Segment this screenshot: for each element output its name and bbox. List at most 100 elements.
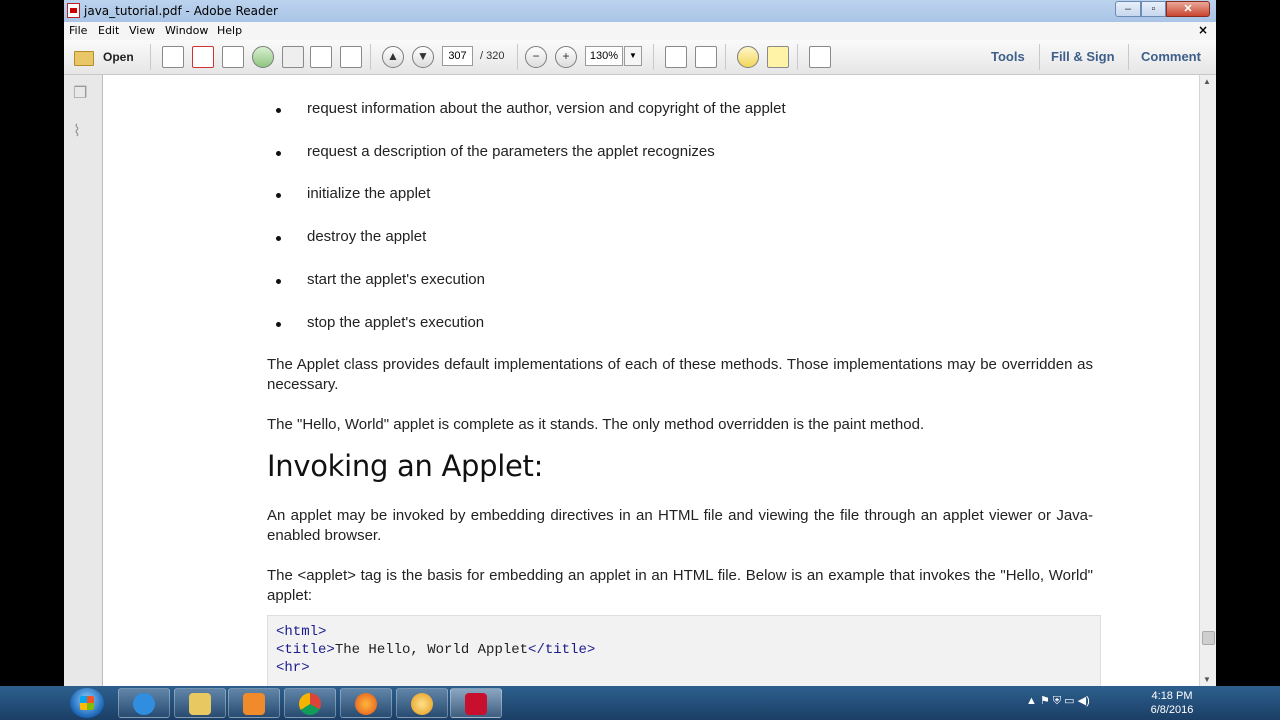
toolbar-divider — [797, 44, 798, 70]
menu-edit[interactable]: Edit — [98, 24, 119, 37]
code-tag: </title> — [528, 642, 596, 658]
system-tray[interactable]: ▲ ⚑ ⛨ ▭ ◀) — [1026, 694, 1090, 708]
scroll-down-icon[interactable]: ▼ — [1203, 675, 1211, 684]
taskbar-firefox[interactable] — [340, 688, 392, 718]
chrome-icon — [299, 693, 321, 715]
taskbar-app-flower[interactable] — [396, 688, 448, 718]
menu-help[interactable]: Help — [217, 24, 242, 37]
code-line: <title>The Hello, World Applet</title> — [276, 642, 595, 658]
adobe-reader-icon — [465, 693, 487, 715]
screen-border-left — [0, 0, 64, 720]
taskbar-adobe-reader[interactable] — [450, 688, 502, 718]
tools-pane-button[interactable]: Tools — [991, 49, 1025, 64]
paragraph: The <applet> tag is the basis for embedd… — [267, 567, 1093, 604]
close-document-icon[interactable]: × — [1198, 23, 1208, 37]
code-text: The Hello, World Applet — [334, 642, 529, 658]
code-tag: <html> — [276, 624, 327, 640]
previous-page-icon[interactable]: ▲ — [382, 46, 404, 68]
internet-explorer-icon — [133, 693, 155, 715]
fill-sign-pane-button[interactable]: Fill & Sign — [1051, 49, 1115, 64]
code-tag: <hr> — [276, 660, 310, 676]
minimize-button[interactable]: – — [1115, 1, 1141, 17]
list-item-text: initialize the applet — [307, 185, 431, 202]
maximize-button[interactable]: ▫ — [1141, 1, 1166, 17]
full-screen-icon[interactable] — [809, 46, 831, 68]
clock-date: 6/8/2016 — [1150, 704, 1194, 716]
print-icon[interactable] — [310, 46, 332, 68]
page-thumbnails-icon[interactable]: ❐ — [73, 83, 91, 102]
zoom-in-icon[interactable]: + — [555, 46, 577, 68]
close-button[interactable]: ✕ — [1166, 1, 1210, 17]
menu-bar: File Edit View Window Help × — [64, 22, 1216, 40]
fit-width-icon[interactable] — [695, 46, 717, 68]
next-page-icon[interactable]: ▼ — [412, 46, 434, 68]
window-title: java_tutorial.pdf - Adobe Reader — [84, 4, 278, 18]
toolbar-divider — [517, 44, 518, 70]
bullet-dot — [276, 236, 281, 241]
vertical-scrollbar[interactable]: ▲ ▼ — [1199, 75, 1216, 686]
list-item-text: request a description of the parameters … — [307, 143, 715, 160]
toolbar-divider — [150, 44, 151, 70]
adobe-reader-window: java_tutorial.pdf - Adobe Reader – ▫ ✕ F… — [64, 0, 1216, 686]
page-total: / 320 — [480, 50, 505, 62]
code-block: <html> <title>The Hello, World Applet</t… — [267, 615, 1101, 686]
taskbar-chrome[interactable] — [284, 688, 336, 718]
taskbar-media-player[interactable] — [228, 688, 280, 718]
bullet-dot — [276, 322, 281, 327]
fit-page-icon[interactable] — [665, 46, 687, 68]
clock[interactable]: 4:18 PM 6/8/2016 — [1142, 689, 1202, 717]
highlight-icon[interactable] — [767, 46, 789, 68]
save-icon[interactable] — [282, 46, 304, 68]
zoom-dropdown-icon[interactable]: ▼ — [624, 46, 642, 66]
list-item-text: start the applet's execution — [307, 271, 485, 288]
comment-bubble-icon[interactable] — [737, 46, 759, 68]
bullet-dot — [276, 193, 281, 198]
list-item-text: destroy the applet — [307, 228, 427, 245]
toolbar-divider — [725, 44, 726, 70]
scrollbar-thumb[interactable] — [1202, 631, 1215, 645]
open-button[interactable]: Open — [103, 50, 134, 64]
section-heading: Invoking an Applet: — [267, 449, 544, 483]
list-item-text: request information about the author, ve… — [307, 100, 786, 117]
code-tag: <title> — [276, 642, 335, 658]
email-icon[interactable] — [340, 46, 362, 68]
code-line: <html> — [276, 624, 326, 640]
page-number-input[interactable]: 307 — [442, 46, 473, 66]
toolbar-divider — [1128, 44, 1129, 70]
title-bar: java_tutorial.pdf - Adobe Reader – ▫ ✕ — [64, 0, 1216, 22]
flower-app-icon — [411, 693, 433, 715]
toolbar-divider — [653, 44, 654, 70]
taskbar-file-explorer[interactable] — [174, 688, 226, 718]
edit-pdf-icon[interactable] — [222, 46, 244, 68]
toolbar-divider — [370, 44, 371, 70]
open-folder-icon[interactable] — [72, 46, 94, 68]
document-viewer[interactable]: request information about the author, ve… — [103, 75, 1200, 686]
menu-file[interactable]: File — [69, 24, 87, 37]
comment-pane-button[interactable]: Comment — [1141, 49, 1201, 64]
window-controls: – ▫ ✕ — [1115, 1, 1210, 19]
folder-icon — [189, 693, 211, 715]
toolbar-divider — [1039, 44, 1040, 70]
create-pdf-icon[interactable] — [162, 46, 184, 68]
menu-window[interactable]: Window — [165, 24, 208, 37]
bullet-dot — [276, 108, 281, 113]
start-button[interactable] — [70, 688, 104, 718]
bullet-dot — [276, 151, 281, 156]
navigation-pane: ❐ ⌇ — [64, 75, 103, 686]
cloud-upload-icon[interactable] — [252, 46, 274, 68]
media-player-icon — [243, 693, 265, 715]
menu-view[interactable]: View — [129, 24, 155, 37]
paragraph: The "Hello, World" applet is complete as… — [267, 416, 925, 433]
attachments-icon[interactable]: ⌇ — [73, 121, 91, 140]
scroll-up-icon[interactable]: ▲ — [1203, 77, 1211, 86]
zoom-level-input[interactable]: 130% — [585, 46, 623, 66]
pdf-file-icon — [67, 3, 80, 18]
taskbar-internet-explorer[interactable] — [118, 688, 170, 718]
list-item-text: stop the applet's execution — [307, 314, 485, 331]
paragraph: An applet may be invoked by embedding di… — [267, 507, 1093, 544]
firefox-icon — [355, 693, 377, 715]
toolbar: Open ▲ ▼ 307 / 320 − + 130% ▼ Tools Fill… — [64, 40, 1216, 75]
bullet-dot — [276, 279, 281, 284]
export-pdf-icon[interactable] — [192, 46, 214, 68]
zoom-out-icon[interactable]: − — [525, 46, 547, 68]
